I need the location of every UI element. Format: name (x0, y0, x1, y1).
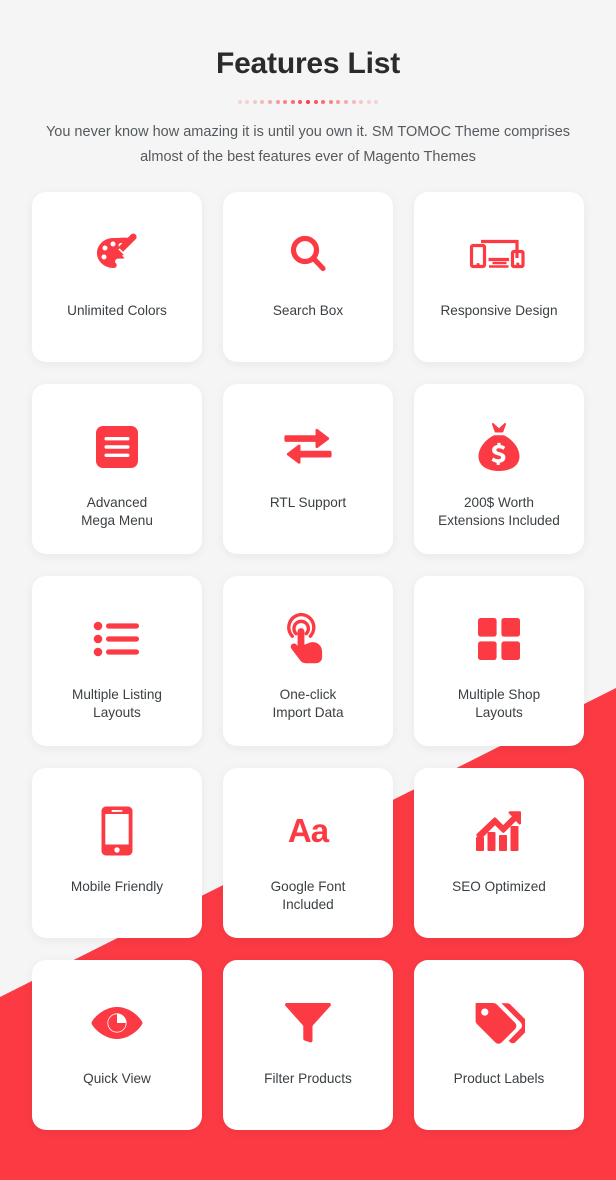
feature-card[interactable]: Multiple Shop Layouts (414, 576, 584, 746)
menu-bars-icon (32, 418, 202, 476)
divider-dot (298, 100, 302, 104)
feature-card[interactable]: Multiple Listing Layouts (32, 576, 202, 746)
feature-card-label: Google Font Included (263, 878, 354, 914)
feature-card-label: One-click Import Data (264, 686, 351, 722)
divider-dot (253, 100, 257, 104)
feature-card[interactable]: SEO Optimized (414, 768, 584, 938)
feature-card[interactable]: RTL Support (223, 384, 393, 554)
feature-card-label: Multiple Listing Layouts (64, 686, 170, 722)
feature-card-label: Multiple Shop Layouts (450, 686, 548, 722)
feature-card-label: Quick View (75, 1070, 159, 1088)
feature-card-label: 200$ Worth Extensions Included (430, 494, 568, 530)
money-bag-icon (414, 418, 584, 476)
divider-dot (374, 100, 378, 104)
responsive-devices-icon (414, 226, 584, 284)
divider-dot (276, 100, 280, 104)
feature-card[interactable]: Mobile Friendly (32, 768, 202, 938)
page-header: Features List You never know how amazing… (0, 46, 616, 170)
divider-dot (329, 100, 333, 104)
feature-card[interactable]: 200$ Worth Extensions Included (414, 384, 584, 554)
mobile-phone-icon (32, 802, 202, 860)
feature-card-label: Advanced Mega Menu (73, 494, 161, 530)
divider-dot (268, 100, 272, 104)
price-tags-icon (414, 994, 584, 1052)
page-title: Features List (0, 46, 616, 82)
font-aa-icon: Aa (223, 802, 393, 860)
divider-dot (336, 100, 340, 104)
divider-dot (359, 100, 363, 104)
feature-card[interactable]: Search Box (223, 192, 393, 362)
divider-dot (245, 100, 249, 104)
search-icon (223, 226, 393, 284)
feature-card[interactable]: Responsive Design (414, 192, 584, 362)
feature-card-label: Product Labels (446, 1070, 553, 1088)
dots-divider (0, 98, 616, 106)
divider-dot (291, 100, 295, 104)
exchange-arrows-icon (223, 418, 393, 476)
feature-card-label: Search Box (265, 302, 351, 320)
divider-dot (238, 100, 242, 104)
divider-dot (367, 100, 371, 104)
funnel-icon (223, 994, 393, 1052)
divider-dot (260, 100, 264, 104)
feature-card-label: Responsive Design (432, 302, 565, 320)
feature-card-label: Unlimited Colors (59, 302, 175, 320)
feature-card[interactable]: Filter Products (223, 960, 393, 1130)
palette-icon (32, 226, 202, 284)
feature-card[interactable]: One-click Import Data (223, 576, 393, 746)
divider-dot (306, 100, 310, 104)
divider-dot (344, 100, 348, 104)
feature-card[interactable]: Advanced Mega Menu (32, 384, 202, 554)
feature-card[interactable]: Product Labels (414, 960, 584, 1130)
grid-icon (414, 610, 584, 668)
feature-card-label: Mobile Friendly (63, 878, 171, 896)
divider-dot (283, 100, 287, 104)
feature-card[interactable]: Aa Google Font Included (223, 768, 393, 938)
eye-icon (32, 994, 202, 1052)
page-subtitle: You never know how amazing it is until y… (23, 120, 593, 170)
features-grid: Unlimited Colors Search Box Responsive D… (32, 192, 584, 1130)
feature-card[interactable]: Unlimited Colors (32, 192, 202, 362)
hand-pointer-icon (223, 610, 393, 668)
list-icon (32, 610, 202, 668)
feature-card[interactable]: Quick View (32, 960, 202, 1130)
feature-card-label: SEO Optimized (444, 878, 554, 896)
feature-card-label: Filter Products (256, 1070, 360, 1088)
features-page: Features List You never know how amazing… (0, 0, 616, 1130)
divider-dot (314, 100, 318, 104)
divider-dot (321, 100, 325, 104)
divider-dot (352, 100, 356, 104)
chart-growth-icon (414, 802, 584, 860)
feature-card-label: RTL Support (262, 494, 354, 512)
